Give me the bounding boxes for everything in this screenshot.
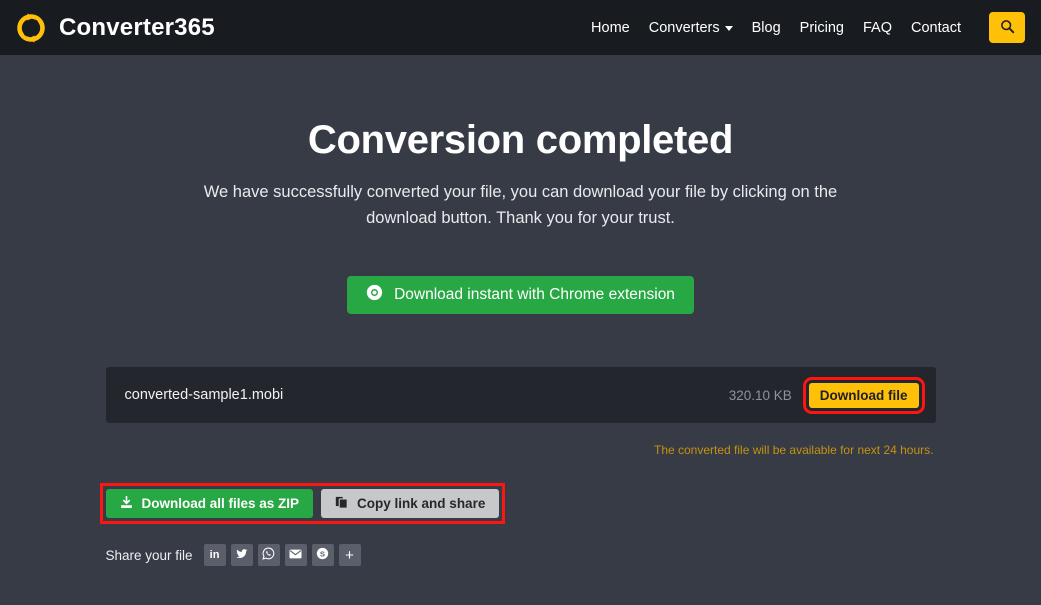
nav-item-blog[interactable]: Blog (752, 20, 781, 36)
linkedin-icon: in (210, 549, 220, 561)
download-all-zip-button[interactable]: Download all files as ZIP (106, 489, 314, 518)
nav-item-home[interactable]: Home (591, 20, 630, 36)
file-row: converted-sample1.mobi 320.10 KB Downloa… (106, 367, 936, 423)
share-linkedin-button[interactable]: in (204, 544, 226, 566)
site-header: Converter365 Home Converters Blog Pricin… (0, 0, 1041, 55)
twitter-icon (236, 548, 248, 563)
chevron-down-icon (725, 26, 733, 31)
copy-link-share-label: Copy link and share (357, 496, 485, 511)
results-panel: converted-sample1.mobi 320.10 KB Downloa… (106, 367, 936, 566)
nav-item-converters[interactable]: Converters (649, 20, 733, 36)
nav-item-faq[interactable]: FAQ (863, 20, 892, 36)
chrome-cta-container: Download instant with Chrome extension (0, 276, 1041, 314)
expiry-notice: The converted file will be available for… (106, 443, 936, 457)
brand-logo-link[interactable]: Converter365 (14, 11, 215, 45)
share-skype-button[interactable]: S (312, 544, 334, 566)
chrome-icon (366, 284, 383, 306)
share-row: Share your file in (106, 544, 936, 566)
nav-item-blog-label: Blog (752, 20, 781, 36)
download-chrome-extension-button[interactable]: Download instant with Chrome extension (347, 276, 694, 314)
page-title: Conversion completed (0, 118, 1041, 163)
main-content: Conversion completed We have successfull… (0, 118, 1041, 566)
share-twitter-button[interactable] (231, 544, 253, 566)
search-icon (1000, 19, 1015, 37)
email-icon (289, 549, 302, 562)
file-name: converted-sample1.mobi (125, 387, 284, 403)
share-whatsapp-button[interactable] (258, 544, 280, 566)
share-email-button[interactable] (285, 544, 307, 566)
share-icons: in (204, 544, 361, 566)
nav-item-home-label: Home (591, 20, 630, 36)
svg-text:S: S (320, 549, 325, 558)
download-file-button[interactable]: Download file (809, 383, 919, 408)
bulk-actions: Download all files as ZIP Copy link and … (106, 489, 936, 518)
file-size: 320.10 KB (729, 388, 792, 403)
share-more-button[interactable]: + (339, 544, 361, 566)
skype-icon: S (316, 547, 329, 563)
download-all-zip-label: Download all files as ZIP (142, 496, 300, 511)
nav-item-pricing[interactable]: Pricing (800, 20, 844, 36)
nav-item-converters-label: Converters (649, 20, 720, 36)
more-share-icon: + (345, 547, 354, 564)
bulk-actions-highlight: Download all files as ZIP Copy link and … (106, 489, 500, 518)
copy-icon (335, 496, 348, 512)
main-navigation: Home Converters Blog Pricing FAQ Contact (591, 12, 1025, 43)
file-row-actions: 320.10 KB Download file (729, 383, 919, 408)
search-button[interactable] (989, 12, 1025, 43)
download-icon (120, 496, 133, 512)
share-label: Share your file (106, 548, 193, 563)
nav-item-faq-label: FAQ (863, 20, 892, 36)
refresh-sync-icon (14, 11, 48, 45)
brand-name: Converter365 (59, 14, 215, 42)
nav-item-contact[interactable]: Contact (911, 20, 961, 36)
nav-item-pricing-label: Pricing (800, 20, 844, 36)
copy-link-share-button[interactable]: Copy link and share (321, 489, 499, 518)
download-chrome-extension-label: Download instant with Chrome extension (394, 286, 675, 304)
page-subtitle: We have successfully converted your file… (181, 179, 861, 231)
nav-item-contact-label: Contact (911, 20, 961, 36)
whatsapp-icon (262, 547, 275, 563)
